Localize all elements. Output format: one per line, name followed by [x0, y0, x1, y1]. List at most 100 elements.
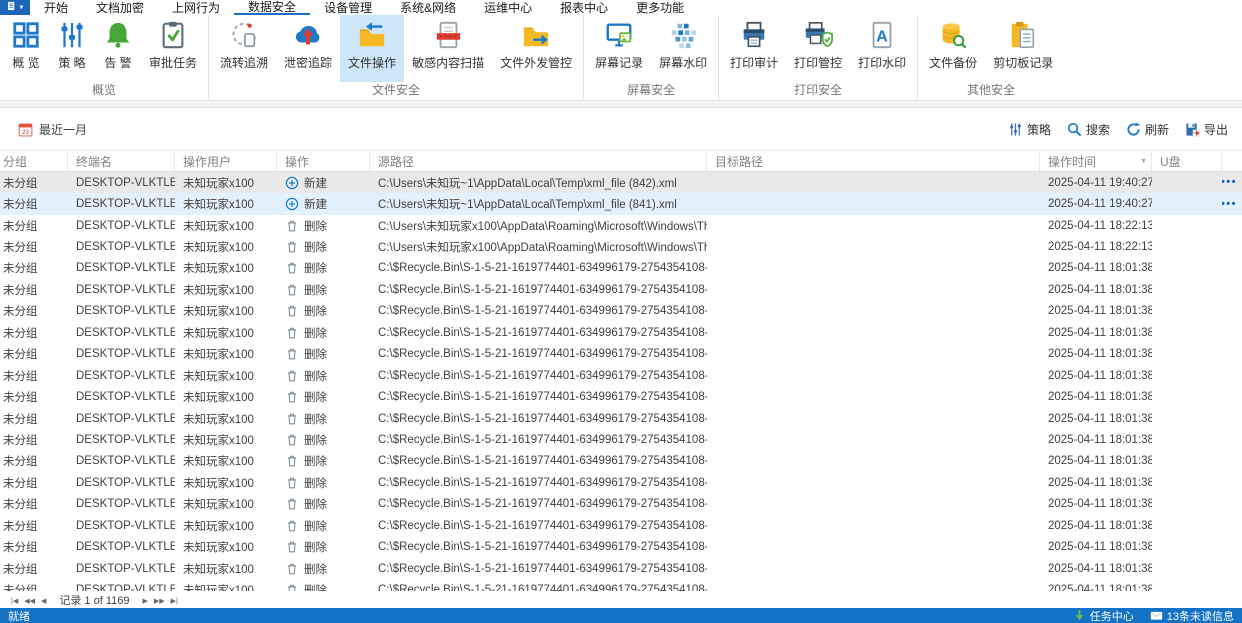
tab-开始[interactable]: 开始 — [30, 0, 82, 15]
cell-terminal: DESKTOP-VLKTLE1 — [76, 412, 175, 425]
tab-上网行为[interactable]: 上网行为 — [158, 0, 234, 15]
last-page-button[interactable]: ▶| — [168, 598, 181, 605]
tab-文档加密[interactable]: 文档加密 — [82, 0, 158, 15]
ribbon-button-label: 策 略 — [58, 56, 86, 70]
table-row[interactable]: 未分组 DESKTOP-VLKTLE1 未知玩家x100 删除 C:\Users\未知玩… — [0, 236, 1242, 257]
cell-operation: 删除 — [277, 368, 370, 384]
app-menu-button[interactable]: ▼ — [0, 0, 30, 15]
column-header-操作[interactable]: 操作 — [277, 151, 370, 171]
unread-messages-button[interactable]: 13条未读信息 — [1150, 608, 1234, 623]
ribbon-button-打印管控[interactable]: 打印管控 — [786, 15, 850, 82]
ribbon-button-label: 屏幕记录 — [595, 56, 644, 70]
ribbon-button-文件备份[interactable]: 文件备份 — [921, 15, 985, 82]
ribbon-group-label: 文件安全 — [372, 83, 421, 97]
table-row[interactable]: 未分组DESKTOP-VLKTLE1未知玩家x100删除C:\$Recycle.… — [0, 344, 1242, 365]
ribbon-button-流转追溯[interactable]: 流转追溯 — [212, 15, 276, 82]
column-header-操作用户[interactable]: 操作用户 — [175, 151, 277, 171]
toolbar-策略-button[interactable]: 策略 — [1008, 121, 1051, 138]
alert-bell-icon — [103, 20, 133, 50]
app-menu-icon — [6, 0, 17, 15]
table-row[interactable]: 未分组 DESKTOP-VLKTLE1 未知玩家x100 新建 C:\Users\未知玩… — [0, 172, 1242, 194]
ribbon-group-其他安全: 文件备份 剪切板记录 其他安全 — [918, 15, 1064, 100]
operation-label: 删除 — [304, 582, 327, 591]
ribbon-button-label: 文件外发管控 — [500, 56, 573, 70]
mail-icon — [1150, 609, 1163, 622]
table-row[interactable]: 未分组DESKTOP-VLKTLE1未知玩家x100删除C:\$Recycle.… — [0, 472, 1242, 493]
next-fast-button[interactable]: ▶▶ — [151, 598, 168, 605]
next-page-button[interactable]: ▶ — [140, 598, 151, 605]
table-row[interactable]: 未分组DESKTOP-VLKTLE1未知玩家x100删除C:\$Recycle.… — [0, 279, 1242, 300]
toolbar-button-label: 导出 — [1203, 122, 1228, 137]
toolbar-导出-button[interactable]: 导出 — [1185, 121, 1228, 138]
ribbon-group-buttons: 概 览 策 略 告 警 审批任务 — [3, 15, 205, 82]
tab-设备管理[interactable]: 设备管理 — [310, 0, 386, 15]
prev-page-button[interactable]: ◀ — [38, 598, 49, 605]
table-row[interactable]: 未分组DESKTOP-VLKTLE1未知玩家x100删除C:\$Recycle.… — [0, 558, 1242, 579]
ribbon-button-策略[interactable]: 策 略 — [49, 15, 95, 82]
status-ready-label: 就绪 — [8, 610, 30, 623]
table-row[interactable]: 未分组DESKTOP-VLKTLE1未知玩家x100删除C:\$Recycle.… — [0, 429, 1242, 450]
table-row[interactable]: 未分组DESKTOP-VLKTLE1未知玩家x100删除C:\$Recycle.… — [0, 386, 1242, 407]
ribbon-button-打印水印[interactable]: A 打印水印 — [850, 15, 914, 82]
table-row[interactable]: 未分组DESKTOP-VLKTLE1未知玩家x100删除C:\$Recycle.… — [0, 301, 1242, 322]
ribbon-button-泄密追踪[interactable]: 泄密追踪 — [276, 15, 340, 82]
tab-报表中心[interactable]: 报表中心 — [546, 0, 622, 15]
column-header-actions[interactable] — [1222, 151, 1242, 171]
ribbon-button-打印审计[interactable]: 打印审计 — [722, 15, 786, 82]
table-row[interactable]: 未分组DESKTOP-VLKTLE1未知玩家x100删除C:\$Recycle.… — [0, 408, 1242, 429]
task-center-button[interactable]: 任务中心 — [1073, 608, 1134, 623]
ribbon-button-剪切板记录[interactable]: 剪切板记录 — [985, 15, 1061, 82]
column-header-终端名[interactable]: 终端名 — [68, 151, 175, 171]
ribbon-button-概览[interactable]: 概 览 — [3, 15, 49, 82]
ribbon-button-敏感内容扫描[interactable]: 敏感内容扫描 — [404, 15, 492, 82]
column-header-分组[interactable]: 分组 — [0, 151, 68, 171]
task-center-label: 任务中心 — [1089, 610, 1134, 623]
prev-fast-button[interactable]: ◀◀ — [21, 598, 38, 605]
tab-系统&网络[interactable]: 系统&网络 — [386, 0, 470, 15]
cell-time: 2025-04-11 18:01:38 — [1048, 369, 1152, 382]
table-body: 未分组 DESKTOP-VLKTLE1 未知玩家x100 新建 C:\Users\未知玩… — [0, 172, 1242, 591]
tab-数据安全[interactable]: 数据安全 — [234, 0, 311, 15]
cell-time: 2025-04-11 19:40:27 — [1048, 198, 1152, 211]
table-row[interactable]: 未分组DESKTOP-VLKTLE1未知玩家x100删除C:\$Recycle.… — [0, 494, 1242, 515]
trash-icon — [285, 454, 299, 468]
trash-icon — [285, 412, 299, 426]
row-actions-button[interactable]: ••• — [1222, 177, 1237, 188]
table-row[interactable]: 未分组DESKTOP-VLKTLE1未知玩家x100删除C:\$Recycle.… — [0, 579, 1242, 591]
cell-time: 2025-04-11 18:01:38 — [1048, 262, 1152, 275]
ribbon-button-审批任务[interactable]: 审批任务 — [141, 15, 205, 82]
date-range-filter[interactable]: 23 最近一月 — [18, 121, 87, 138]
table-row[interactable]: 未分组 DESKTOP-VLKTLE1 未知玩家x100 新建 C:\Users\未知玩… — [0, 193, 1242, 215]
table-row[interactable]: 未分组DESKTOP-VLKTLE1未知玩家x100删除C:\$Recycle.… — [0, 365, 1242, 386]
ribbon-button-文件操作[interactable]: 文件操作 — [340, 15, 405, 82]
ribbon-button-屏幕记录[interactable]: 屏幕记录 — [587, 15, 651, 82]
tab-更多功能[interactable]: 更多功能 — [622, 0, 698, 15]
cell-source-path: C:\$Recycle.Bin\S-1-5-21-1619774401-6349… — [378, 584, 707, 591]
table-row[interactable]: 未分组DESKTOP-VLKTLE1未知玩家x100删除C:\$Recycle.… — [0, 451, 1242, 472]
column-header-操作时间[interactable]: 操作时间 ▼ — [1040, 151, 1152, 171]
toolbar-搜索-button[interactable]: 搜索 — [1067, 121, 1110, 138]
column-header-U盘[interactable]: U盘 — [1152, 151, 1222, 171]
filter-dropdown-icon[interactable]: ▼ — [1138, 158, 1147, 165]
table-row[interactable]: 未分组DESKTOP-VLKTLE1未知玩家x100删除C:\$Recycle.… — [0, 322, 1242, 343]
operation-label: 删除 — [304, 563, 327, 576]
file-ops-folder-icon — [357, 20, 387, 50]
table-row[interactable]: 未分组DESKTOP-VLKTLE1未知玩家x100删除C:\$Recycle.… — [0, 258, 1242, 279]
cell-source-path: C:\$Recycle.Bin\S-1-5-21-1619774401-6349… — [378, 498, 707, 511]
table-row[interactable]: 未分组DESKTOP-VLKTLE1未知玩家x100删除C:\$Recycle.… — [0, 536, 1242, 557]
toolbar-刷新-button[interactable]: 刷新 — [1126, 121, 1169, 138]
column-header-源路径[interactable]: 源路径 — [370, 151, 707, 171]
ribbon-button-告警[interactable]: 告 警 — [95, 15, 141, 82]
operation-label: 删除 — [304, 242, 327, 255]
cell-source-path: C:\Users\未知玩家x100\AppData\Roaming\Micros… — [378, 220, 707, 233]
first-page-button[interactable]: |◀ — [8, 598, 21, 605]
ribbon-button-屏幕水印[interactable]: 屏幕水印 — [651, 15, 715, 82]
tab-运维中心[interactable]: 运维中心 — [470, 0, 546, 15]
export-icon — [1185, 122, 1200, 137]
table-row[interactable]: 未分组DESKTOP-VLKTLE1未知玩家x100删除C:\$Recycle.… — [0, 515, 1242, 536]
ribbon-button-文件外发管控[interactable]: 文件外发管控 — [492, 15, 580, 82]
column-header-目标路径[interactable]: 目标路径 — [707, 151, 1040, 171]
cell-source-path: C:\$Recycle.Bin\S-1-5-21-1619774401-6349… — [378, 455, 707, 468]
row-actions-button[interactable]: ••• — [1222, 199, 1237, 210]
table-row[interactable]: 未分组 DESKTOP-VLKTLE1 未知玩家x100 删除 C:\Users\未知玩… — [0, 215, 1242, 236]
